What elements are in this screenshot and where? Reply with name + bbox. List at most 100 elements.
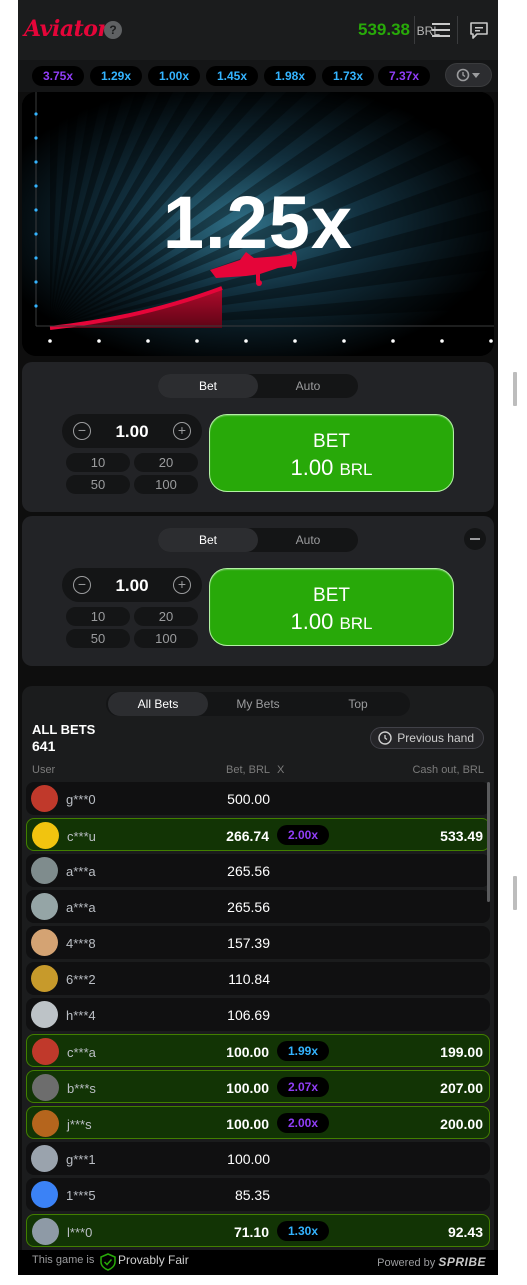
history-dropdown-button[interactable] [445,63,492,87]
hamburger-menu-icon[interactable] [430,20,452,40]
bet-amount: 106.69 [227,1007,270,1023]
bet-amount: 265.56 [227,863,270,879]
avatar [31,1001,58,1028]
username: a***a [66,900,96,915]
table-row: g***1 100.00 [26,1142,490,1175]
multiplier-history-item[interactable]: 7.37x [378,66,430,86]
bet-mode-switcher: Bet Auto [158,374,358,398]
table-row: 1***5 85.35 [26,1178,490,1211]
history-icon [456,68,480,82]
column-x: X [277,764,285,776]
all-bets-count: 641 [32,738,56,754]
cashout-multiplier: 1.99x [277,1041,329,1061]
tab-top[interactable]: Top [308,692,408,716]
cashout-multiplier: 1.30x [277,1221,329,1241]
multiplier-history-strip: 3.75x 1.29x 1.00x 1.45x 1.98x 1.73x 7.37x [18,60,498,92]
previous-hand-button[interactable]: Previous hand [370,727,484,749]
stake-input[interactable]: 1.00 [98,422,166,442]
quick-amount-button[interactable]: 100 [134,629,198,648]
powered-by-label: Powered by [377,1257,436,1269]
bet-amount: 100.00 [226,1044,269,1060]
multiplier-history-item[interactable]: 1.00x [148,66,200,86]
multiplier-history-item[interactable]: 1.45x [206,66,258,86]
cashout-amount: 199.00 [440,1044,483,1060]
username: h***4 [66,1008,96,1023]
username: 1***5 [66,1188,96,1203]
header-divider [457,16,458,44]
bet-panel-2: Bet Auto − 1.00 + 10 20 50 100 BET 1.00 … [22,516,494,666]
bet-amount: 100.00 [226,1080,269,1096]
stake-stepper: − 1.00 + [62,414,202,448]
question-icon[interactable]: ? [104,21,122,39]
plus-icon[interactable]: + [173,576,191,594]
all-bets-title: ALL BETS [32,722,96,737]
avatar [31,1145,58,1172]
bet-amount: 157.39 [227,935,270,951]
table-row: c***a 100.00 1.99x 199.00 [26,1034,490,1067]
history-icon [378,731,392,745]
bet-amount: 100.00 [226,1116,269,1132]
bet-button-amount: 1.00 [290,609,334,634]
table-row: 6***2 110.84 [26,962,490,995]
table-row: b***s 100.00 2.07x 207.00 [26,1070,490,1103]
bet-amount: 500.00 [227,791,270,807]
quick-amount-button[interactable]: 20 [134,453,198,472]
cashout-amount: 207.00 [440,1080,483,1096]
table-row: a***a 265.56 [26,854,490,887]
cashout-multiplier: 2.00x [277,825,329,845]
multiplier-history-item[interactable]: 1.73x [322,66,374,86]
avatar [32,1074,59,1101]
tab-bet[interactable]: Bet [158,528,258,552]
powered-by: Powered by SPRIBE [377,1255,486,1269]
cashout-amount: 92.43 [447,1224,483,1240]
tab-auto[interactable]: Auto [258,374,358,398]
bets-tabs: All Bets My Bets Top [106,692,410,716]
current-multiplier: 1.25x [162,181,354,264]
page-scrollbar-handle[interactable] [513,876,517,910]
username: b***s [67,1081,96,1096]
chat-icon[interactable] [468,20,490,40]
tab-bet[interactable]: Bet [158,374,258,398]
bet-button-label: BET [313,585,350,606]
quick-amount-button[interactable]: 10 [66,453,130,472]
plus-icon[interactable]: + [173,422,191,440]
table-row: c***u 266.74 2.00x 533.49 [26,818,490,851]
remove-panel-icon[interactable] [464,528,486,550]
table-row: l***0 71.10 1.30x 92.43 [26,1214,490,1247]
multiplier-history-item[interactable]: 3.75x [32,66,84,86]
avatar [31,929,58,956]
avatar [31,1181,58,1208]
username: l***0 [67,1225,93,1240]
tab-all-bets[interactable]: All Bets [108,692,208,716]
spribe-logo: SPRIBE [438,1255,486,1269]
tab-my-bets[interactable]: My Bets [208,692,308,716]
bet-button-currency: BRL [339,460,373,479]
minus-icon[interactable]: − [73,422,91,440]
username: c***a [67,1045,96,1060]
bet-button[interactable]: BET 1.00 BRL [209,568,454,646]
quick-amount-button[interactable]: 10 [66,607,130,626]
game-canvas: 1.25x [22,92,494,356]
bet-button[interactable]: BET 1.00 BRL [209,414,454,492]
multiplier-history-item[interactable]: 1.29x [90,66,142,86]
balance-amount: 539.38 [358,20,410,39]
stake-input[interactable]: 1.00 [98,576,166,596]
avatar [32,1038,59,1065]
quick-amount-button[interactable]: 50 [66,475,130,494]
multiplier-history-item[interactable]: 1.98x [264,66,316,86]
quick-amount-button[interactable]: 20 [134,607,198,626]
minus-icon[interactable]: − [73,576,91,594]
quick-amount-button[interactable]: 100 [134,475,198,494]
quick-amount-button[interactable]: 50 [66,629,130,648]
username: c***u [67,829,96,844]
tab-auto[interactable]: Auto [258,528,358,552]
avatar [32,1110,59,1137]
bets-list-panel: All Bets My Bets Top ALL BETS 641 Previo… [22,686,494,1275]
bet-amount: 85.35 [234,1187,270,1203]
username: j***s [67,1117,92,1132]
page-scrollbar-handle[interactable] [513,372,517,406]
provably-fair-link[interactable]: Provably Fair [118,1253,189,1267]
bets-scrollbar[interactable] [487,782,490,902]
shield-check-icon [100,1253,116,1271]
aviator-logo: Aviator [24,16,109,42]
